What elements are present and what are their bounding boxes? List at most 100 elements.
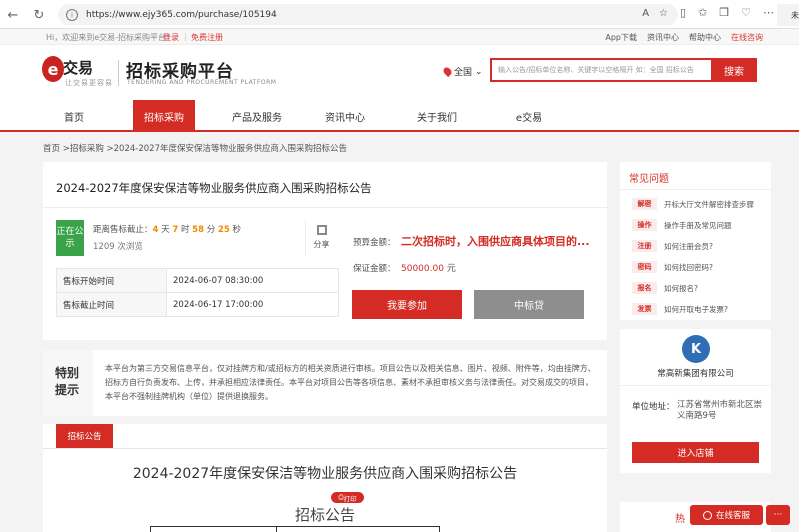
hot-title: 热 (675, 514, 685, 525)
search-input[interactable]: 输入公告/招标单位名称、关键字以空格隔开 如：全国 招标公告 (490, 58, 713, 82)
notice-label-line1: 特别 (55, 366, 80, 380)
nav-news[interactable]: 资讯中心 (314, 100, 376, 132)
location-pin-icon (441, 65, 454, 78)
document-subtitle: 招标公告 (294, 506, 355, 524)
tender-summary-card: 2024-2027年度保安保洁等物业服务供应商入围采购招标公告 正在公示 距离售… (43, 162, 607, 340)
help-center-link[interactable]: 帮助中心 (689, 32, 721, 43)
deposit-label: 保证金额： (353, 264, 396, 274)
faq-text: 操作手册及常见问题 (664, 220, 732, 230)
region-selector[interactable]: 全国 ⌄ (441, 65, 483, 78)
deposit-amount: 50000.00 (401, 264, 444, 274)
document-table (150, 526, 440, 532)
tab-divider (43, 448, 607, 449)
days-unit: 天 (158, 225, 173, 235)
faq-tag: 解密 (632, 198, 657, 210)
print-button[interactable]: ⎙ 打印 (331, 492, 364, 503)
logo-icon[interactable]: e (42, 56, 64, 82)
online-service-label: 在线客服 (715, 511, 750, 521)
browser-essentials-icon[interactable]: ♡ (741, 6, 751, 19)
notice-label: 特别 提示 (43, 350, 93, 416)
register-link[interactable]: 免费注册 (191, 32, 223, 43)
app-download-link[interactable]: App下载 (605, 32, 637, 43)
faq-item-operation[interactable]: 操作 操作手册及常见问题 (632, 218, 732, 232)
faq-tag: 注册 (632, 240, 657, 252)
nav-tendering[interactable]: 招标采购 (133, 100, 195, 132)
search-button[interactable]: 搜索 (711, 58, 757, 82)
share-button[interactable]: 分享 (305, 220, 337, 256)
share-label: 分享 (313, 240, 330, 249)
minutes-unit: 分 (204, 225, 218, 235)
breadcrumb[interactable]: 首页 >招标采购 >2024-2027年度保安保洁等物业服务供应商入围采购招标公… (43, 142, 347, 154)
countdown-minutes: 58 (192, 225, 205, 235)
collections-icon[interactable]: ❐ (719, 6, 729, 19)
split-screen-icon[interactable]: ▯ (680, 6, 686, 19)
favorite-star-icon[interactable]: ☆ (659, 8, 668, 19)
main-nav: 首页 招标采购 产品及服务 资讯中心 关于我们 e交易 (0, 100, 799, 132)
topbar-separator: | (184, 32, 187, 41)
logo-divider (118, 60, 119, 86)
back-icon[interactable]: ← (2, 4, 24, 26)
chat-icon[interactable]: ··· (766, 505, 790, 525)
read-aloud-icon[interactable]: A (642, 8, 649, 19)
countdown-label: 距离售标截止： (93, 225, 153, 235)
faq-text: 开标大厅文件解密排查步骤 (664, 199, 754, 209)
budget-value: 二次招标时，入围供应商具体项目的... (401, 235, 590, 248)
online-service-button[interactable]: 在线客服 (690, 505, 763, 525)
notice-label-line2: 提示 (55, 383, 80, 397)
join-button[interactable]: 我要参加 (352, 290, 462, 319)
table-divider (276, 527, 277, 532)
greeting-text: Hi，欢迎来到e交易-招标采购平台！ (46, 33, 175, 42)
deposit-value: 50000.00 元 (401, 261, 456, 274)
nav-products[interactable]: 产品及服务 (223, 100, 291, 132)
announcement-section: 招标公告 2024-2027年度保安保洁等物业服务供应商入围采购招标公告 ⎙ 打印… (43, 424, 607, 532)
site-header: e 交易 让交易更容易 招标采购平台 TENDERING AND PROCURE… (0, 45, 799, 100)
news-center-link[interactable]: 资讯中心 (647, 32, 679, 43)
status-badge: 正在公示 (56, 220, 84, 256)
enter-shop-button[interactable]: 进入店铺 (632, 442, 759, 463)
login-link[interactable]: 登录 (163, 32, 179, 43)
address-bar[interactable]: i https://www.ejy365.com/purchase/105194… (58, 4, 678, 25)
sale-time-table: 售标开始时间 2024-06-07 08:30:00 售标截止时间 2024-0… (56, 268, 339, 317)
reload-icon[interactable]: ↻ (28, 4, 50, 26)
faq-item-decrypt[interactable]: 解密 开标大厅文件解密排查步骤 (632, 197, 754, 211)
info-icon[interactable]: i (66, 8, 78, 21)
countdown-seconds: 25 (217, 225, 230, 235)
document-title: 2024-2027年度保安保洁等物业服务供应商入围采购招标公告 (132, 466, 518, 482)
address-value: 江苏省常州市新北区崇义南路9号 (677, 400, 763, 421)
tab-announcement[interactable]: 招标公告 (56, 424, 113, 448)
faq-item-register[interactable]: 注册 如何注册会员? (632, 239, 713, 253)
faq-item-invoice[interactable]: 发票 如何开取电子发票? (632, 302, 728, 316)
logo-slogan: 让交易更容易 (65, 79, 113, 87)
url-text: https://www.ejy365.com/purchase/105194 (86, 9, 277, 20)
sale-end-label: 售标截止时间 (56, 292, 167, 317)
notice-text: 本平台为第三方交易信息平台，仅对挂牌方和/或招标方的相关资质进行审核。项目公告以… (105, 364, 596, 401)
bid-loan-button[interactable]: 中标贷 (474, 290, 584, 319)
budget-label: 预算金额： (353, 238, 396, 248)
divider (620, 189, 771, 190)
site-topbar: Hi，欢迎来到e交易-招标采购平台！ 登录 | 免费注册 App下载 资讯中心 … (0, 29, 799, 45)
faq-tag: 发票 (632, 303, 657, 315)
platform-subtitle: TENDERING AND PROCUREMENT PLATFORM (127, 79, 277, 86)
nav-home[interactable]: 首页 (43, 100, 105, 132)
logo-text[interactable]: 交易 (63, 57, 93, 78)
company-panel: K 常高新集团有限公司 单位地址： 江苏省常州市新北区崇义南路9号 进入店铺 (620, 329, 771, 473)
address-label: 单位地址： (632, 402, 675, 412)
faq-item-signup[interactable]: 报名 如何报名? (632, 281, 698, 295)
divider (620, 385, 771, 386)
nav-ejy[interactable]: e交易 (498, 100, 560, 132)
nav-about[interactable]: 关于我们 (406, 100, 468, 132)
faq-tag: 密码 (632, 261, 657, 273)
divider (43, 207, 607, 208)
headset-icon (702, 510, 712, 520)
favorites-icon[interactable]: ✩ (698, 6, 707, 19)
faq-tag: 报名 (632, 282, 657, 294)
faq-panel: 常见问题 解密 开标大厅文件解密排查步骤 操作 操作手册及常见问题 注册 如何注册会员… (620, 162, 771, 320)
more-menu-icon[interactable]: ⋯ (763, 6, 774, 19)
faq-item-password[interactable]: 密码 如何找回密码? (632, 260, 713, 274)
table-row: 售标截止时间 2024-06-17 17:00:00 (56, 292, 339, 317)
view-count: 1209 次浏览 (93, 242, 143, 252)
countdown-timer: 距离售标截止：4 天 7 时 58 分 25 秒 (93, 223, 241, 235)
sidebar-edge[interactable]: 未 (777, 4, 799, 26)
online-consult-link[interactable]: 在线咨询 (731, 32, 763, 43)
chevron-down-icon: ⌄ (475, 66, 483, 77)
